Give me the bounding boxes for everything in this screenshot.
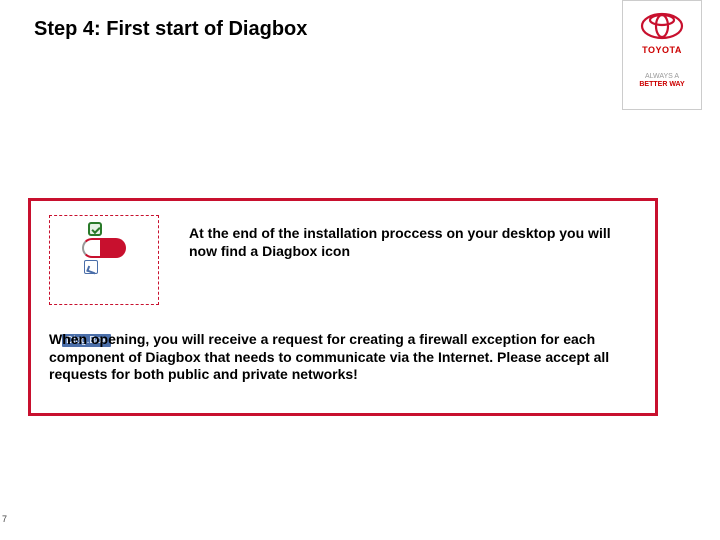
brand-logo-box: TOYOTA ALWAYS A BETTER WAY — [622, 0, 702, 110]
diagbox-pill-icon — [82, 238, 126, 258]
tagline-line-1: ALWAYS A — [639, 73, 684, 81]
diagbox-icon-container: Diag.Box — [49, 215, 159, 305]
body-paragraph: When opening, you will receive a request… — [49, 331, 631, 384]
checkmark-badge-icon — [88, 222, 102, 236]
diagbox-shortcut-icon — [76, 220, 132, 276]
brand-tagline: ALWAYS A BETTER WAY — [639, 73, 684, 90]
page-number: 7 — [2, 514, 7, 524]
toyota-emblem-icon — [640, 11, 684, 41]
intro-paragraph: At the end of the installation proccess … — [189, 225, 639, 260]
slide-title: Step 4: First start of Diagbox — [34, 18, 307, 41]
content-frame: Diag.Box At the end of the installation … — [28, 198, 658, 416]
tagline-line-2: BETTER WAY — [639, 81, 684, 89]
brand-name: TOYOTA — [642, 45, 682, 55]
shortcut-arrow-icon — [84, 260, 98, 274]
